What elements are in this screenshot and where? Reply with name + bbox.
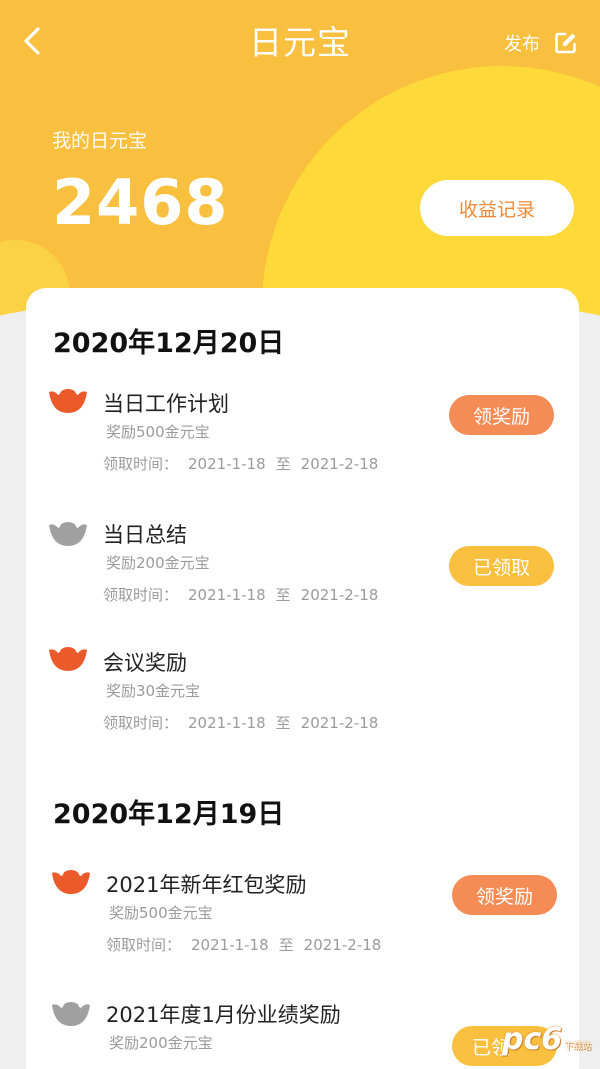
reward-item-title: 2021年度1月份业绩奖励 [106,1003,341,1027]
header-banner: 日元宝 发布 我的日元宝 2468 收益记录 [0,0,600,320]
ingot-red-icon [49,389,87,413]
claim-period-end: 2021-2-18 [300,714,379,732]
ingot-red-icon [49,647,87,671]
rewards-card: 2020年12月20日 当日工作计划 奖励500金元宝 领取时间： 2021-1-… [26,288,579,1069]
claim-period-label: 领取时间： [103,714,179,732]
claim-period-label: 领取时间： [103,586,179,604]
publish-button[interactable]: 发布 [504,30,578,56]
claim-period-end: 2021-2-18 [303,936,382,954]
claim-period-start: 2021-1-18 [188,586,266,604]
claimed-status-button[interactable]: 已领取 [449,546,554,586]
ingot-red-icon [52,870,90,894]
claim-period-start: 2021-1-18 [191,936,269,954]
claim-period-label: 领取时间： [106,936,182,954]
claim-reward-button[interactable]: 领奖励 [452,875,557,915]
claim-period: 领取时间： 2021-1-18 至 2021-2-18 [103,584,378,605]
claim-period-separator: 至 [278,936,294,954]
publish-label: 发布 [504,34,540,55]
claim-period-separator: 至 [275,586,291,604]
reward-amount: 奖励200金元宝 [106,554,210,572]
reward-amount: 奖励500金元宝 [106,423,210,441]
date-heading: 2020年12月19日 [53,799,285,830]
claim-period-end: 2021-2-18 [300,455,379,473]
date-heading: 2020年12月20日 [53,328,285,359]
claim-period-separator: 至 [275,455,291,473]
reward-amount: 奖励500金元宝 [109,904,213,922]
ingot-gray-icon [52,1002,90,1026]
claim-period: 领取时间： 2021-1-18 至 2021-2-18 [103,453,378,474]
claim-period-label: 领取时间： [103,455,179,473]
edit-icon [555,32,576,54]
earnings-record-button[interactable]: 收益记录 [420,180,574,236]
claim-period-start: 2021-1-18 [188,455,266,473]
ingot-gray-icon [49,522,87,546]
claim-reward-button[interactable]: 领奖励 [449,395,554,435]
balance-value: 2468 [52,166,229,239]
claimed-status-button[interactable]: 已领 [452,1026,557,1066]
claim-period: 领取时间： 2021-1-18 至 2021-2-18 [103,712,378,733]
reward-amount: 奖励30金元宝 [106,682,201,700]
reward-amount: 奖励200金元宝 [109,1034,213,1052]
claim-period: 领取时间： 2021-1-18 至 2021-2-18 [106,934,381,955]
reward-item-title: 当日工作计划 [103,392,229,416]
reward-item-title: 会议奖励 [103,651,187,675]
reward-item-title: 2021年新年红包奖励 [106,873,307,897]
claim-period-end: 2021-2-18 [300,586,379,604]
balance-label: 我的日元宝 [52,130,148,152]
claim-period-start: 2021-1-18 [188,714,266,732]
claim-period-separator: 至 [275,714,291,732]
reward-item-title: 当日总结 [103,523,187,547]
